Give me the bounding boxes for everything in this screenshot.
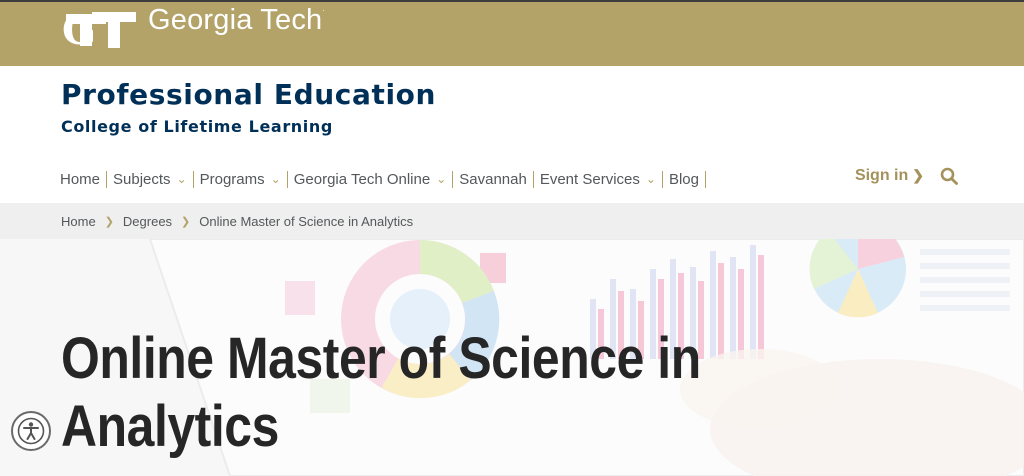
nav-item-label: Subjects: [113, 170, 171, 188]
georgia-tech-wordmark[interactable]: Georgia Tech.: [148, 4, 325, 37]
wordmark-text: Georgia Tech: [148, 4, 323, 36]
top-header-bar: G Georgia Tech.: [0, 0, 1024, 66]
nav-item-label: Event Services: [539, 170, 640, 188]
nav-item-programs[interactable]: Programs ⌄: [199, 170, 288, 188]
nav-item-georgia-tech-online[interactable]: Georgia Tech Online ⌄: [293, 170, 454, 188]
brand-title: Professional Education: [61, 78, 437, 111]
breadcrumb-separator-icon: ❯: [181, 215, 191, 228]
nav-item-home[interactable]: Home: [60, 170, 108, 188]
search-icon[interactable]: [940, 167, 958, 185]
svg-text:G: G: [62, 7, 96, 50]
nav-item-label: Blog: [668, 170, 699, 188]
nav-item-savannah[interactable]: Savannah: [459, 170, 534, 188]
chevron-right-icon: ❯: [912, 167, 924, 183]
chevron-down-icon: ⌄: [176, 171, 187, 186]
nav-item-label: Savannah: [459, 170, 527, 188]
nav-item-label: Home: [60, 170, 101, 188]
site-brand[interactable]: Professional Education College of Lifeti…: [61, 78, 436, 136]
nav-item-label: Georgia Tech Online: [293, 170, 431, 188]
main-nav: Home Subjects ⌄ Programs ⌄ Georgia Tech …: [60, 169, 712, 189]
gt-monogram-icon[interactable]: G: [62, 6, 138, 50]
breadcrumb-current: Online Master of Science in Analytics: [199, 213, 414, 229]
chevron-down-icon: ⌄: [645, 171, 656, 186]
nav-item-event-services[interactable]: Event Services ⌄: [539, 170, 663, 188]
nav-item-label: Programs: [199, 170, 265, 188]
chevron-down-icon: ⌄: [270, 171, 281, 186]
breadcrumb-degrees[interactable]: Degrees: [123, 214, 172, 229]
hero-title: Online Master of Science in Analytics: [61, 326, 701, 459]
nav-utilities: Sign in ❯: [855, 167, 958, 185]
nav-item-subjects[interactable]: Subjects ⌄: [113, 170, 194, 188]
brand-subtitle: College of Lifetime Learning: [61, 117, 333, 136]
nav-item-blog[interactable]: Blog: [668, 170, 706, 188]
hero-banner: Online Master of Science in Analytics: [0, 239, 1024, 476]
accessibility-icon: [17, 417, 45, 445]
breadcrumb: Home ❯ Degrees ❯ Online Master of Scienc…: [0, 203, 1024, 239]
breadcrumb-home[interactable]: Home: [61, 214, 96, 229]
sign-in-link[interactable]: Sign in ❯: [855, 167, 924, 185]
breadcrumb-separator-icon: ❯: [104, 215, 114, 228]
chevron-down-icon: ⌄: [436, 171, 447, 186]
accessibility-button[interactable]: [11, 411, 51, 451]
sign-in-label: Sign in: [854, 167, 909, 184]
